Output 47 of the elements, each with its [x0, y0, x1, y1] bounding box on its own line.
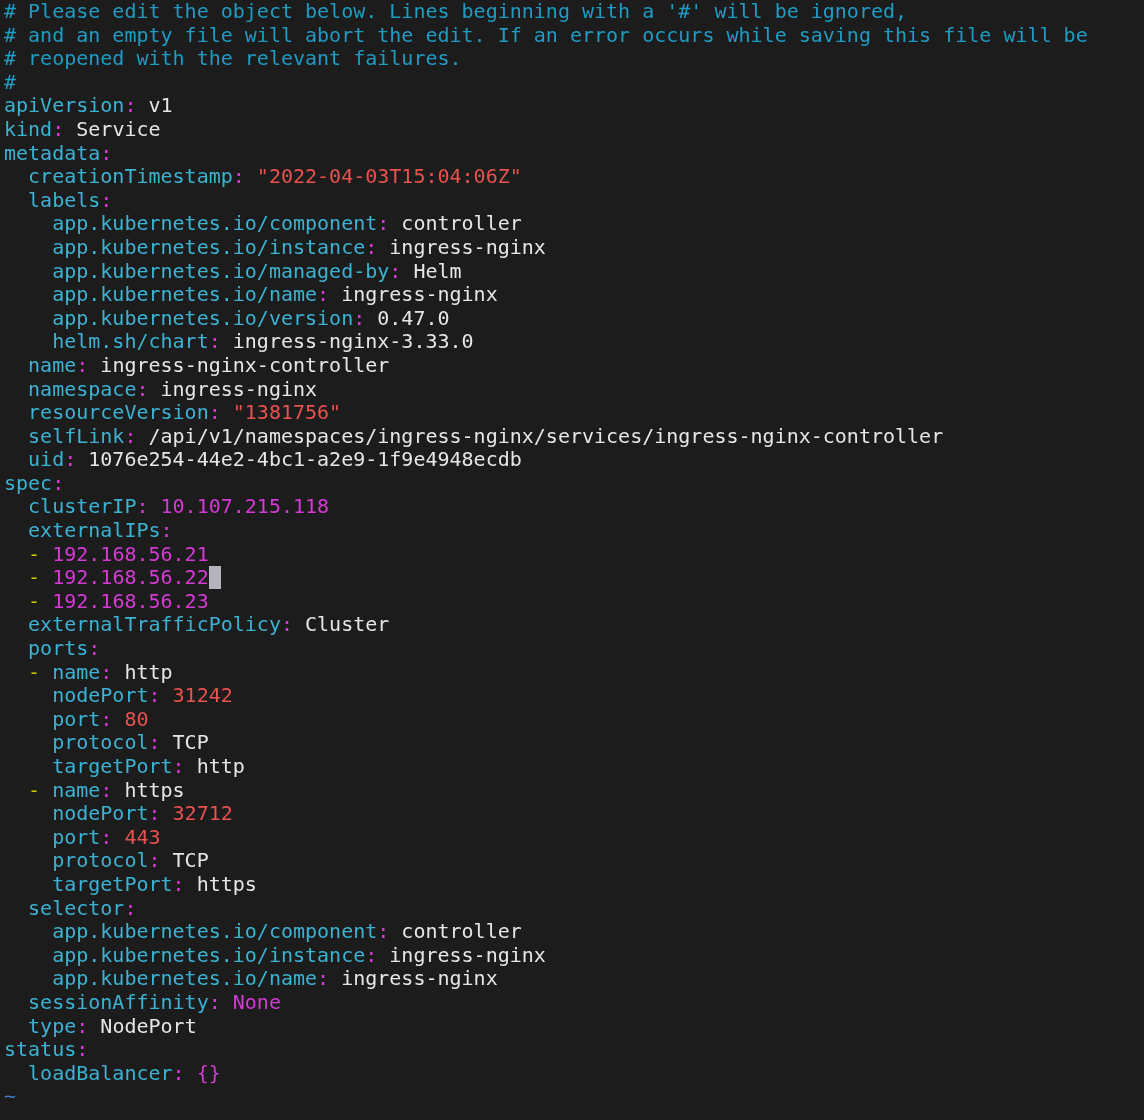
code-line: externalIPs:	[28, 519, 173, 543]
code-line: app.kubernetes.io/name: ingress-nginx	[52, 967, 498, 991]
code-line: name: ingress-nginx-controller	[28, 353, 390, 378]
code-line: - 192.168.56.22	[28, 566, 209, 590]
code-line: nodePort: 32712	[52, 802, 233, 826]
code-comment: # Please edit the object below. Lines beginning with a '#' will be ignored,	[4, 0, 908, 24]
code-line: selector:	[28, 896, 137, 921]
code-line: helm.sh/chart: ingress-nginx-3.33.0	[52, 330, 474, 354]
code-line: namespace: ingress-nginx	[28, 377, 318, 402]
code-line: - 192.168.56.23	[28, 589, 209, 614]
code-line: app.kubernetes.io/managed-by: Helm	[52, 259, 462, 284]
code-line: - 192.168.56.21	[28, 542, 209, 567]
code-line: selfLink: /api/v1/namespaces/ingress-nginx/services/ingress-nginx-controller	[28, 424, 944, 449]
code-line: metadata:	[4, 141, 113, 166]
code-line: loadBalancer: {}	[28, 1061, 221, 1086]
code-line: creationTimestamp: "2022-04-03T15:04:06Z"	[28, 165, 522, 189]
code-line: targetPort: http	[52, 755, 245, 779]
code-line: app.kubernetes.io/name: ingress-nginx	[52, 283, 498, 307]
code-line: app.kubernetes.io/instance: ingress-nginx	[52, 235, 546, 260]
code-comment: # and an empty file will abort the edit. If an error occurs while saving this file will be	[4, 23, 1088, 48]
empty-line-marker: ~	[4, 1085, 17, 1109]
code-line: resourceVersion: "1381756"	[28, 401, 342, 425]
code-line: spec:	[4, 471, 65, 496]
code-line: targetPort: https	[52, 872, 257, 897]
code-line: sessionAffinity: None	[28, 990, 281, 1015]
code-comment: #	[4, 70, 17, 95]
code-line: uid: 1076e254-44e2-4bc1-a2e9-1f9e4948ecdb	[28, 448, 522, 472]
code-line: app.kubernetes.io/version: 0.47.0	[52, 306, 450, 331]
code-line: app.kubernetes.io/component: controller	[52, 920, 522, 944]
code-line: protocol: TCP	[52, 849, 209, 873]
code-line: kind: Service	[4, 117, 161, 142]
code-line: nodePort: 31242	[52, 684, 233, 708]
code-line: type: NodePort	[28, 1014, 197, 1039]
code-line: clusterIP: 10.107.215.118	[28, 495, 330, 520]
code-line: - name: http	[28, 660, 173, 685]
code-comment: # reopened with the relevant failures.	[4, 47, 462, 71]
code-line: status:	[4, 1038, 89, 1062]
code-line: - name: https	[28, 778, 185, 803]
code-line: port: 80	[52, 707, 149, 732]
code-line: app.kubernetes.io/component: controller	[52, 212, 522, 236]
code-line: protocol: TCP	[52, 731, 209, 755]
code-line: labels:	[28, 188, 113, 213]
code-line: port: 443	[52, 825, 161, 850]
code-line: apiVersion: v1	[4, 94, 173, 118]
code-line: externalTrafficPolicy: Cluster	[28, 613, 390, 638]
code-line: app.kubernetes.io/instance: ingress-nginx	[52, 943, 546, 968]
code-line: ports:	[28, 637, 101, 661]
